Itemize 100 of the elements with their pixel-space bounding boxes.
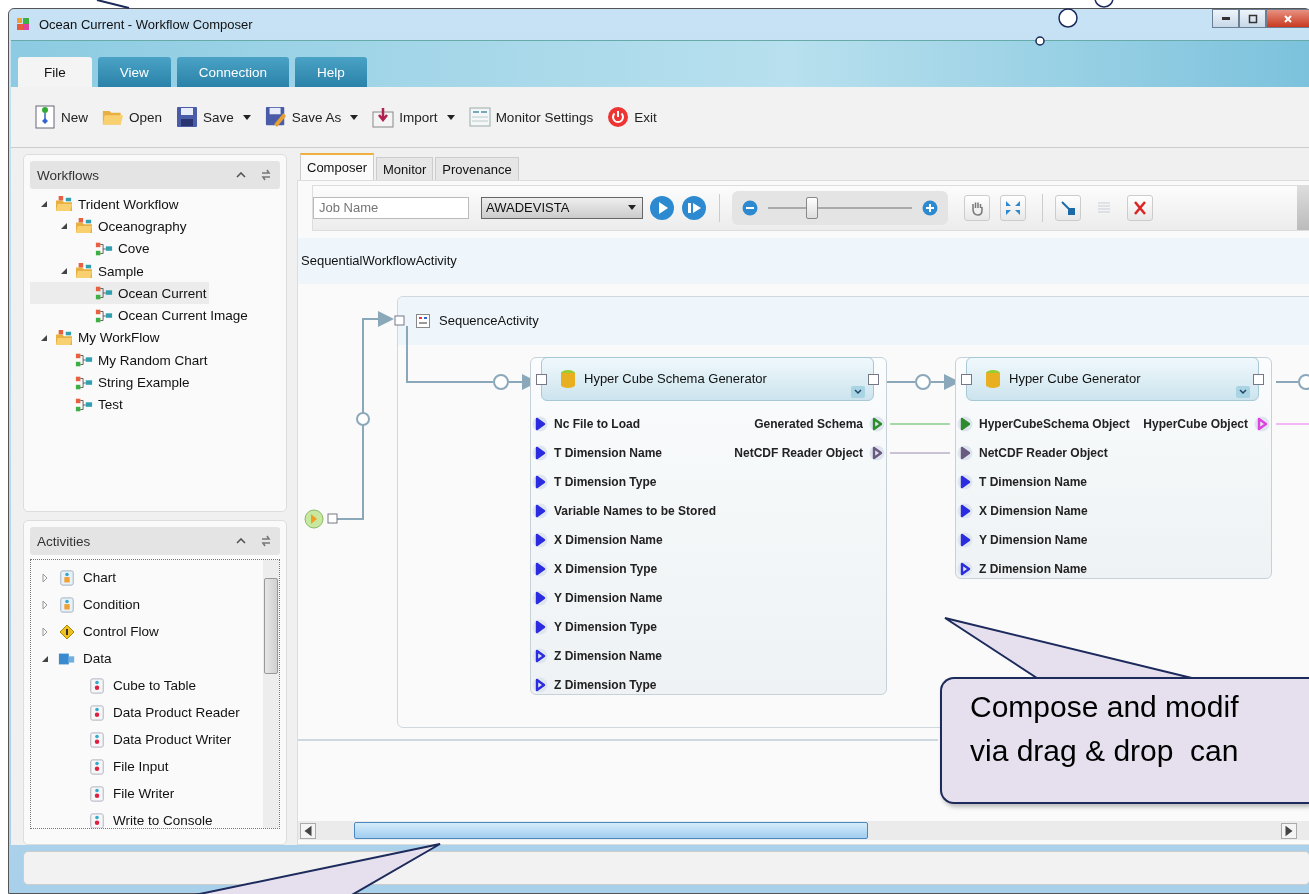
connection-point[interactable] [536,373,547,385]
connection-point[interactable] [868,373,879,385]
input-port-icon[interactable] [957,560,973,577]
scrollbar[interactable] [263,560,279,829]
input-port-icon[interactable] [957,415,973,432]
activity-item[interactable]: Cube to Table [31,672,263,700]
new-button[interactable]: New [31,103,91,131]
connection-point[interactable] [327,513,338,524]
port-label: T Dimension Type [554,474,657,489]
tree-item[interactable]: My WorkFlow [30,326,162,350]
import-button[interactable]: Import [369,103,458,131]
input-port-icon[interactable] [957,473,973,490]
close-button[interactable] [1266,9,1309,28]
input-port-icon[interactable] [532,560,548,577]
input-port-icon[interactable] [957,502,973,519]
play-icon[interactable] [649,194,675,221]
slider-thumb[interactable] [806,196,819,219]
connection-point[interactable] [961,373,972,385]
tree-item[interactable]: Oceanography [30,215,189,238]
folder-icon [75,218,93,235]
collapsed-icon[interactable] [41,627,49,636]
tree-item[interactable]: My Random Chart [30,349,210,372]
exit-button[interactable]: Exit [604,103,660,131]
collapse-icon[interactable] [236,172,246,178]
tree-item[interactable]: Cove [30,237,152,260]
activity-item[interactable]: File Writer [31,780,263,808]
input-port-icon[interactable] [532,589,548,606]
tree-item[interactable]: Ocean Current Image [30,304,250,327]
expanded-icon[interactable] [60,267,68,276]
activity-item[interactable]: Data Product Writer [31,726,263,754]
scroll-left-icon[interactable] [300,822,316,839]
refresh-icon[interactable] [260,168,272,182]
port-label: T Dimension Name [979,474,1088,489]
scroll-right-icon[interactable] [1281,822,1297,839]
input-port-icon[interactable] [957,531,973,548]
minimize-button[interactable] [1212,9,1239,28]
delete-button[interactable] [1127,194,1153,221]
maximize-button[interactable] [1239,9,1266,28]
collapsed-icon[interactable] [41,600,49,609]
activity-node[interactable]: Hyper Cube Generator HyperCubeSchema Object NetCDF Reader Object T Dimension Name X Dimension Name Y Dimension Name Z Dimension Name HyperCube Object [955,356,1272,579]
tree-item[interactable]: Trident Workflow [30,193,181,216]
monitor-button[interactable]: Monitor Settings [465,103,597,131]
tree-item[interactable]: Ocean Current [30,282,209,305]
document-tab[interactable]: Monitor [375,157,434,180]
input-port-icon[interactable] [532,618,548,635]
ribbon-tab[interactable]: View [97,57,171,87]
save-button[interactable]: Save [173,103,254,131]
chevron-icon[interactable] [1236,385,1250,398]
collapse-icon[interactable] [236,538,246,545]
activity-item[interactable]: Data Product Reader [31,699,263,727]
document-tab[interactable]: Composer [300,153,374,180]
input-port-icon[interactable] [532,473,548,490]
step-icon[interactable] [681,194,707,221]
connector-circle[interactable] [356,411,370,426]
ribbon-tab[interactable]: Connection [176,57,290,87]
activity-item[interactable]: Write to Console [31,807,263,829]
connection-point[interactable] [1253,373,1264,385]
activity-item[interactable]: Condition [31,591,263,619]
activity-item[interactable]: File Input [31,753,263,781]
horizontal-scrollbar[interactable] [298,821,1309,840]
saveas-button[interactable]: Save As [261,103,362,131]
open-button[interactable]: Open [99,103,166,131]
fit-button[interactable] [1000,194,1026,221]
activity-item[interactable]: Chart [31,564,263,592]
input-port-icon[interactable] [532,502,548,519]
input-port-icon[interactable] [532,647,548,664]
collapsed-icon[interactable] [41,573,49,582]
activity-item[interactable]: Data [31,645,263,673]
expanded-icon[interactable] [40,200,48,209]
input-port-icon[interactable] [532,676,548,693]
hand-button[interactable] [964,194,990,221]
connection-point[interactable] [394,315,405,326]
input-port-icon[interactable] [532,531,548,548]
start-icon[interactable] [304,508,324,529]
job-name-field[interactable]: Job Name [313,196,469,219]
ribbon-tab[interactable]: File [18,57,92,87]
input-port-icon[interactable] [957,444,973,461]
document-tab[interactable]: Provenance [435,157,519,180]
activity-item[interactable]: Control Flow [31,618,263,646]
output-port-icon[interactable] [869,415,885,432]
input-port-icon[interactable] [532,444,548,461]
ribbon-tab[interactable]: Help [295,57,367,87]
chevron-icon[interactable] [851,385,865,398]
expanded-icon[interactable] [40,333,48,342]
zoom-in-icon[interactable] [922,199,938,216]
expanded-icon[interactable] [60,222,68,231]
machine-dropdown[interactable]: AWADEVISTA [481,196,643,219]
activity-icon [88,812,106,829]
workflow-icon [95,307,113,324]
tree-item[interactable]: Test [30,393,125,416]
tree-item[interactable]: String Example [30,371,192,394]
output-port-icon[interactable] [869,444,885,461]
output-port-icon[interactable] [1254,415,1270,432]
connect-button[interactable] [1055,194,1081,221]
zoom-out-icon[interactable] [742,199,758,216]
input-port-icon[interactable] [532,415,548,432]
tree-item[interactable]: Sample [30,259,146,283]
refresh-icon[interactable] [260,534,272,549]
expanded-icon[interactable] [41,654,49,663]
activity-node[interactable] [530,356,887,695]
